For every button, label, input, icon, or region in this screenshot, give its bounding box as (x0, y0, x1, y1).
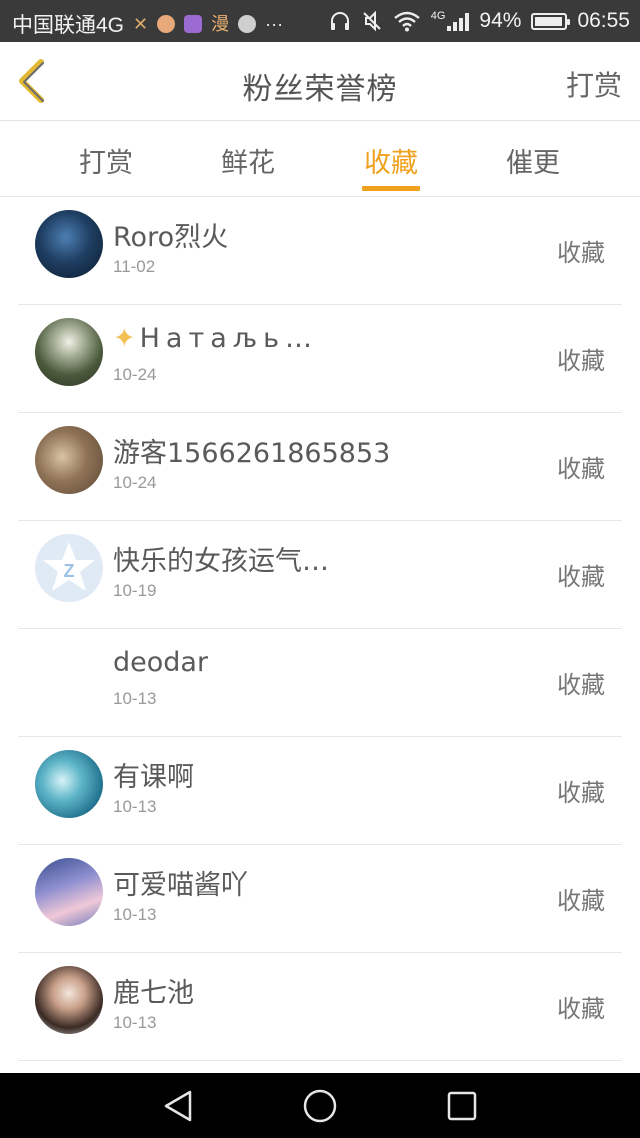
back-triangle-icon[interactable] (160, 1087, 198, 1125)
wifi-icon (393, 11, 420, 32)
fan-row[interactable]: 可爱喵酱吖 10-13 收藏 (18, 845, 622, 953)
home-circle-icon[interactable] (301, 1087, 339, 1125)
fish-app-icon: ✕ (133, 14, 149, 34)
headphones-icon (330, 12, 349, 30)
fan-action-label: 收藏 (557, 671, 605, 699)
fan-date: 10-24 (113, 365, 157, 384)
a-app-icon (238, 15, 257, 33)
fan-name: Roro烈火 (113, 222, 229, 253)
battery-percent: 94% (479, 9, 522, 32)
fan-date: 10-13 (113, 689, 157, 708)
system-navigation-bar (0, 1073, 640, 1138)
avatar (35, 966, 103, 1034)
page-title: 粉丝荣誉榜 (242, 72, 398, 107)
tab-label: 打赏 (79, 148, 133, 179)
carrier-label: 中国联通4G (12, 14, 125, 37)
recents-square-icon[interactable] (443, 1087, 481, 1125)
fan-name-text: Натаљь… (139, 323, 319, 354)
tab-favorites[interactable]: 收藏 (321, 141, 461, 191)
clock: 06:55 (577, 9, 630, 32)
app-header: 粉丝荣誉榜 打赏 (0, 42, 640, 121)
svg-text:Z: Z (64, 561, 75, 581)
reward-button[interactable]: 打赏 (566, 64, 622, 104)
fan-date: 10-13 (113, 1013, 157, 1032)
battery-icon (531, 12, 571, 30)
fan-name: 游客1566261865853 (113, 438, 391, 469)
tab-flowers[interactable]: 鲜花 (178, 141, 318, 180)
tab-label: 催更 (506, 148, 560, 179)
avatar (35, 318, 103, 386)
fan-name: ✦ Натаљь… (113, 323, 318, 354)
tab-reward[interactable]: 打赏 (36, 141, 176, 180)
fan-name: 有课啊 (113, 762, 194, 793)
fan-row[interactable]: Roro烈火 11-02 收藏 (18, 197, 622, 305)
tab-bar: 打赏 鲜花 收藏 催更 (0, 121, 640, 197)
gallery-app-icon (184, 15, 203, 33)
fan-name: 可爱喵酱吖 (113, 870, 248, 901)
fan-action-label: 收藏 (557, 347, 605, 375)
fan-name: 鹿七池 (113, 978, 194, 1009)
fan-action-label: 收藏 (557, 455, 605, 483)
fan-row[interactable]: 游客1566261865853 10-24 收藏 (18, 413, 622, 521)
network-type-label: 4G (430, 10, 446, 22)
fan-name: 快乐的女孩运气… (113, 546, 329, 577)
fan-row[interactable]: ✦ Натаљь… 10-24 收藏 (18, 305, 622, 413)
more-notifications-icon: ··· (265, 14, 284, 34)
fan-action-label: 收藏 (557, 779, 605, 807)
fan-action-label: 收藏 (557, 563, 605, 591)
avatar (35, 858, 103, 926)
reading-app-icon: 漫 (211, 14, 230, 34)
sparkle-icon: ✦ (113, 323, 136, 354)
fan-date: 10-19 (113, 581, 157, 600)
avatar (35, 210, 103, 278)
signal-strength-icon (447, 11, 470, 31)
avatar (35, 750, 103, 818)
avatar (35, 642, 103, 710)
chat-app-icon (157, 15, 176, 33)
avatar (35, 426, 103, 494)
mute-icon (363, 10, 381, 32)
active-tab-indicator (362, 186, 420, 191)
fan-date: 10-24 (113, 473, 157, 492)
fan-row[interactable]: deodar 10-13 收藏 (18, 629, 622, 737)
fan-date: 11-02 (113, 257, 156, 276)
fan-date: 10-13 (113, 905, 157, 924)
avatar: Z (35, 534, 103, 602)
fan-name: deodar (113, 647, 209, 678)
fan-row[interactable]: 有课啊 10-13 收藏 (18, 737, 622, 845)
fan-row[interactable]: 鹿七池 10-13 收藏 (18, 953, 622, 1061)
fan-action-label: 收藏 (557, 239, 605, 267)
fan-action-label: 收藏 (557, 995, 605, 1023)
status-bar: 中国联通4G ✕ 漫 ··· 4G 94% 06:55 (0, 0, 640, 42)
tab-urge-update[interactable]: 催更 (463, 141, 603, 180)
fan-date: 10-13 (113, 797, 157, 816)
star-z-logo-icon: Z (43, 542, 95, 591)
tab-label: 鲜花 (221, 148, 275, 179)
fan-row[interactable]: Z 快乐的女孩运气… 10-19 收藏 (18, 521, 622, 629)
tab-label: 收藏 (364, 148, 418, 179)
fan-action-label: 收藏 (557, 887, 605, 915)
fan-list: Roro烈火 11-02 收藏 ✦ Натаљь… 10-24 收藏 游客1566… (18, 197, 622, 1061)
